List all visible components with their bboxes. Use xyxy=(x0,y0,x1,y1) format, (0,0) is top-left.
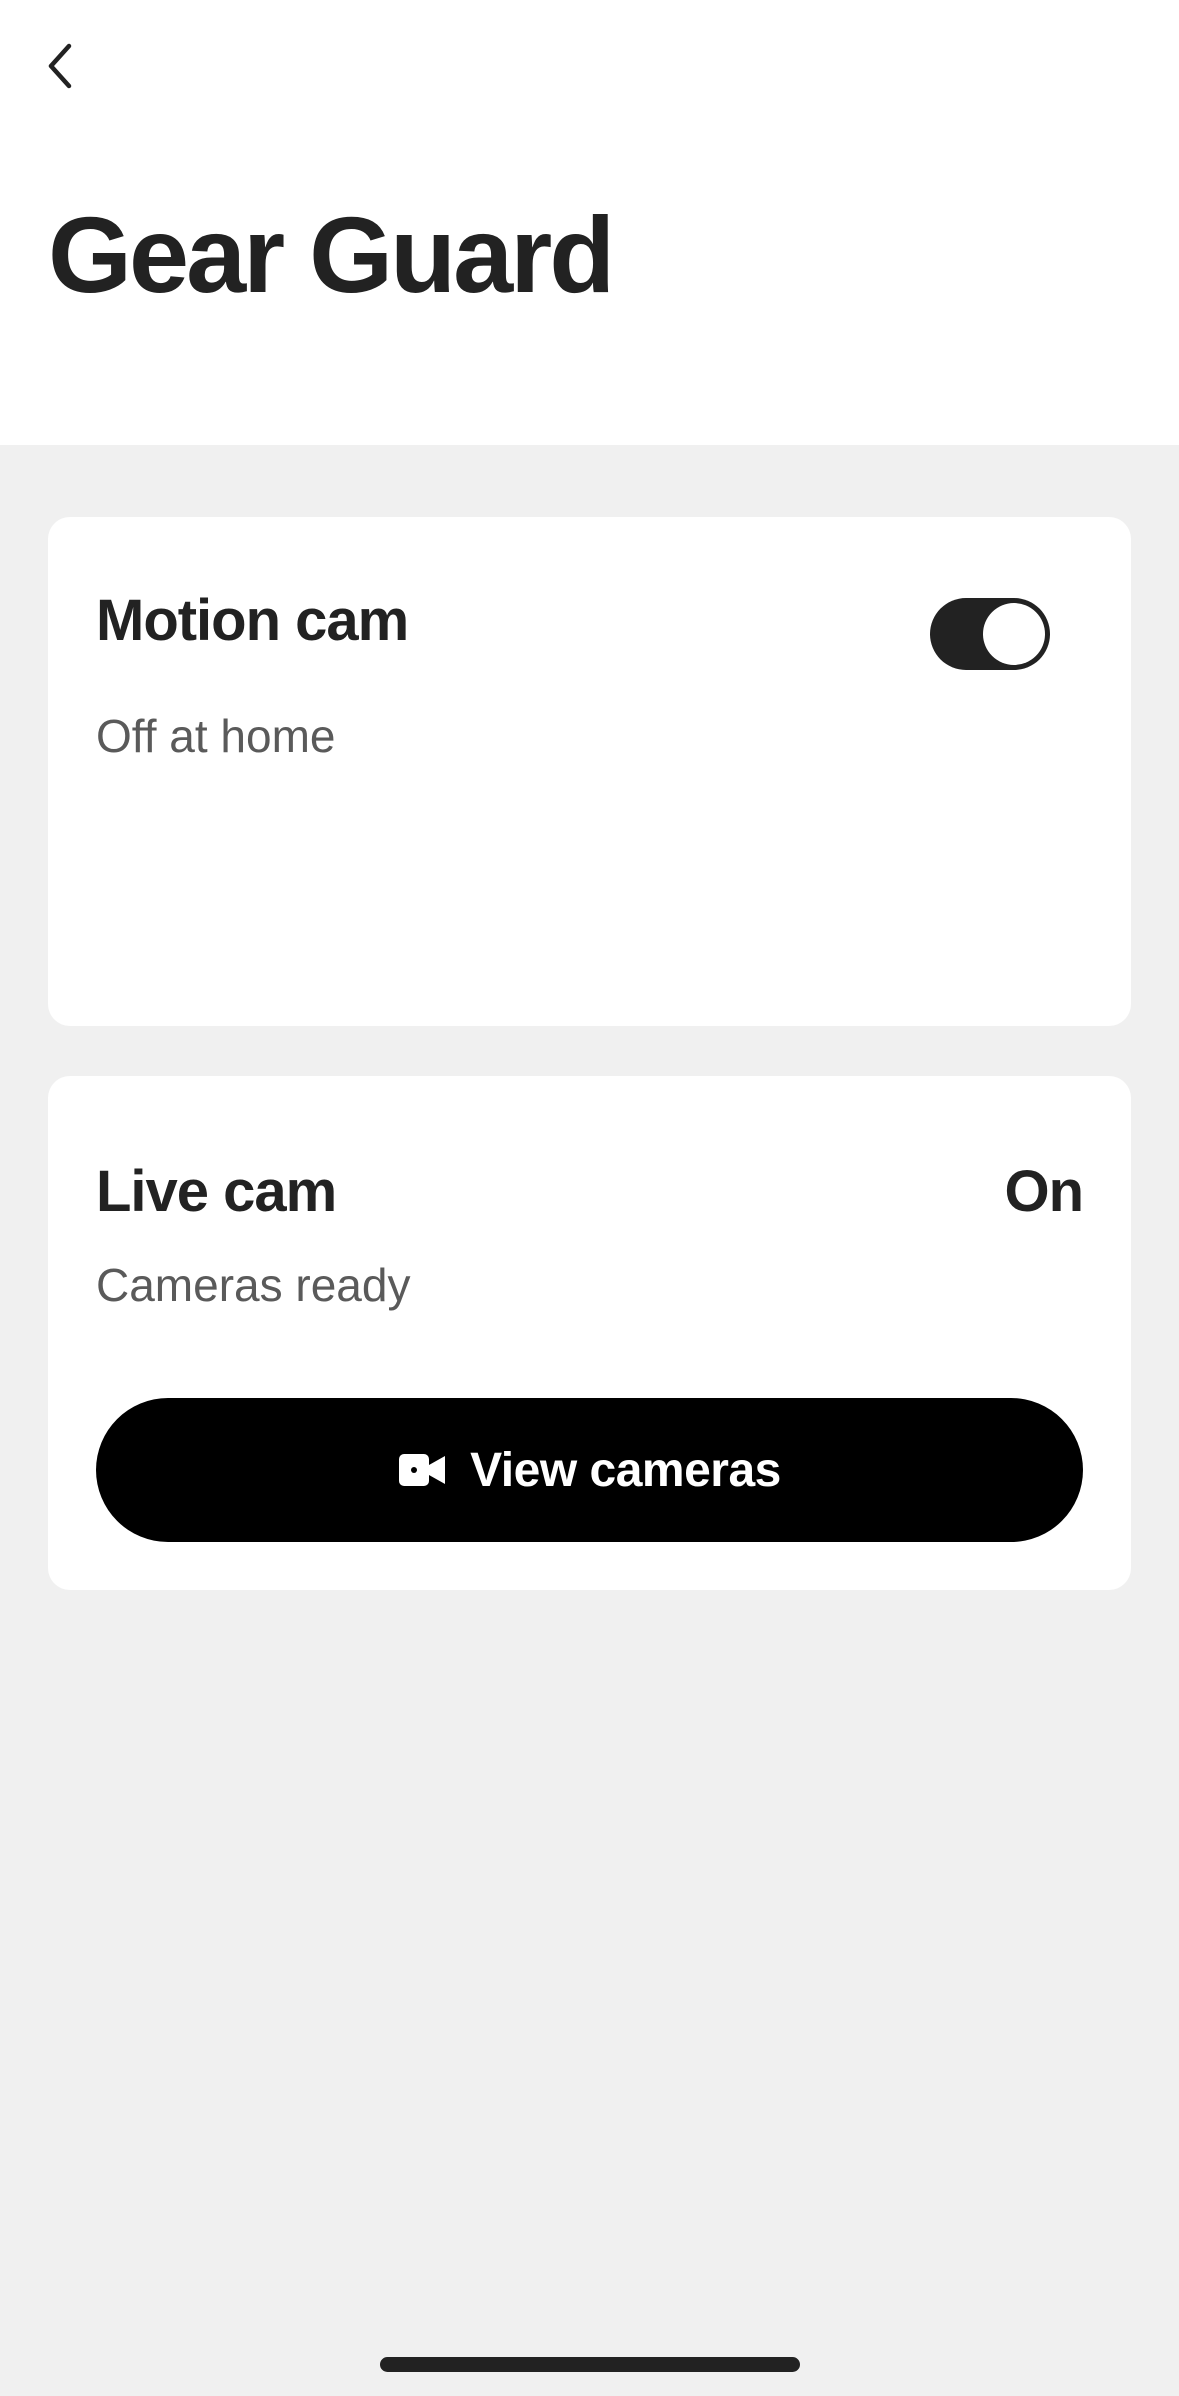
motion-cam-title: Motion cam xyxy=(96,588,409,653)
live-cam-subtitle: Cameras ready xyxy=(96,1259,411,1311)
home-indicator[interactable] xyxy=(380,2357,800,2372)
motion-cam-toggle[interactable] xyxy=(930,598,1050,670)
motion-cam-status: Off at home xyxy=(96,710,336,762)
view-cameras-button[interactable]: View cameras xyxy=(96,1398,1083,1542)
live-cam-title: Live cam xyxy=(96,1159,337,1224)
back-button[interactable] xyxy=(30,30,90,102)
video-camera-icon xyxy=(398,1451,446,1489)
live-cam-card: Live cam On Cameras ready View cameras xyxy=(48,1076,1131,1590)
motion-cam-card: Motion cam Off at home xyxy=(48,517,1131,1026)
view-cameras-label: View cameras xyxy=(470,1443,781,1497)
chevron-left-icon xyxy=(48,43,72,89)
app-header: Gear Guard xyxy=(0,0,1179,445)
toggle-knob xyxy=(983,603,1045,665)
live-cam-status-badge: On xyxy=(1004,1159,1084,1224)
page-title: Gear Guard xyxy=(48,194,615,315)
